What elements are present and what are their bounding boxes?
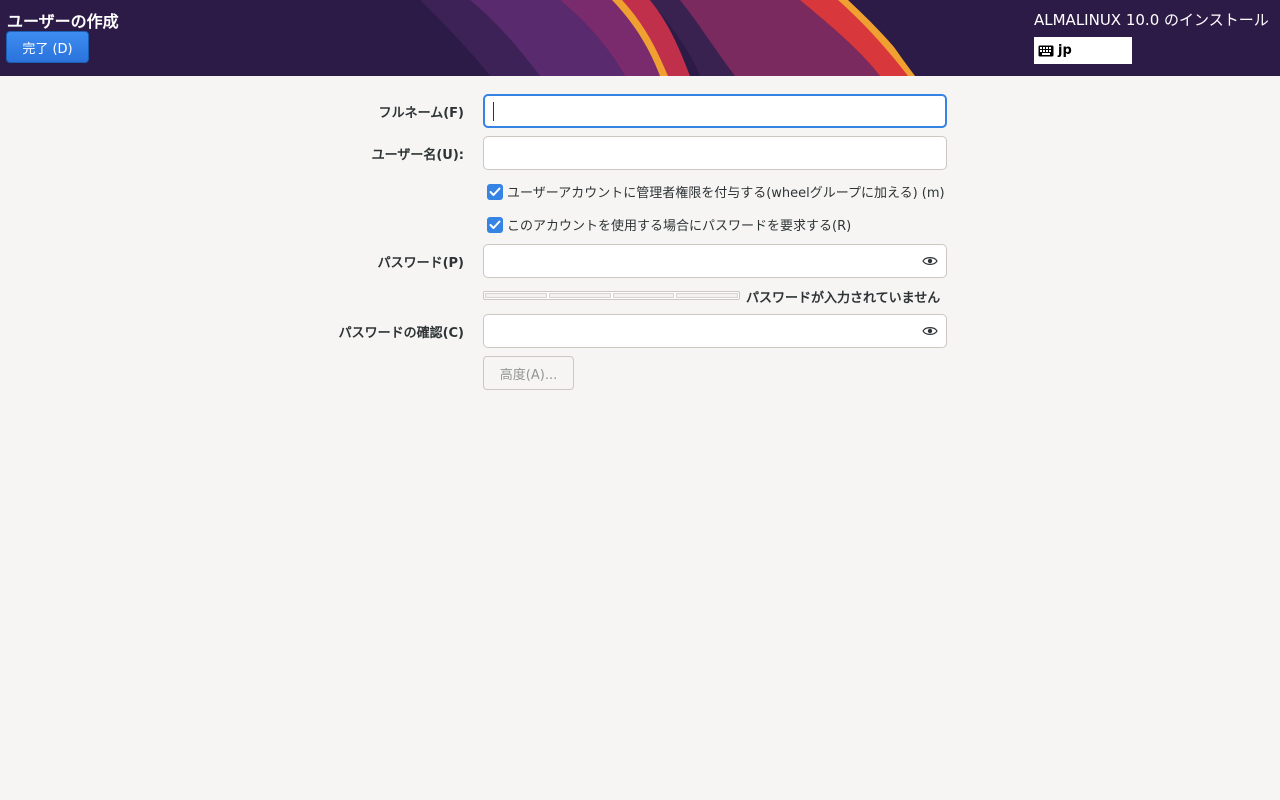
header-bar: ユーザーの作成 完了 (D) ALMALINUX 10.0 のインストール jp: [0, 0, 1280, 76]
confirm-password-input[interactable]: [484, 315, 946, 347]
require-password-checkbox[interactable]: [487, 216, 503, 233]
keyboard-layout-label: jp: [1058, 43, 1072, 58]
text-caret: [493, 102, 494, 121]
password-strength-meter: [483, 291, 740, 300]
keyboard-layout-indicator[interactable]: jp: [1034, 37, 1132, 64]
strength-segment: [612, 293, 675, 298]
eye-icon[interactable]: [922, 255, 938, 267]
confirm-password-field[interactable]: [483, 314, 947, 348]
product-title: ALMALINUX 10.0 のインストール: [1034, 11, 1269, 29]
checkmark-icon: [489, 187, 501, 196]
password-field[interactable]: [483, 244, 947, 278]
strength-segment: [676, 293, 738, 298]
require-password-label[interactable]: このアカウントを使用する場合にパスワードを要求する(R): [507, 215, 851, 234]
confirm-password-label: パスワードの確認(C): [338, 326, 464, 341]
password-strength-text: パスワードが入力されていません: [746, 291, 941, 306]
fullname-input[interactable]: [485, 96, 945, 126]
strength-segment: [485, 293, 547, 298]
fullname-label: フルネーム(F): [378, 106, 464, 121]
admin-checkbox-row[interactable]: ユーザーアカウントに管理者権限を付与する(wheelグループに加える) (m): [487, 182, 945, 201]
page-title: ユーザーの作成: [7, 12, 119, 31]
done-button[interactable]: 完了 (D): [6, 31, 89, 63]
password-label: パスワード(P): [377, 256, 464, 271]
advanced-button[interactable]: 高度(A)...: [483, 356, 574, 390]
require-password-checkbox-row[interactable]: このアカウントを使用する場合にパスワードを要求する(R): [487, 215, 851, 234]
username-field[interactable]: [483, 136, 947, 170]
username-input[interactable]: [484, 137, 946, 169]
username-label: ユーザー名(U):: [371, 148, 464, 163]
keyboard-icon: [1038, 45, 1054, 56]
checkmark-icon: [489, 220, 501, 229]
eye-icon[interactable]: [922, 325, 938, 337]
strength-segment: [548, 293, 611, 298]
admin-checkbox-label[interactable]: ユーザーアカウントに管理者権限を付与する(wheelグループに加える) (m): [507, 182, 945, 201]
password-input[interactable]: [484, 245, 946, 277]
fullname-field[interactable]: [483, 94, 947, 128]
admin-checkbox[interactable]: [487, 183, 503, 200]
